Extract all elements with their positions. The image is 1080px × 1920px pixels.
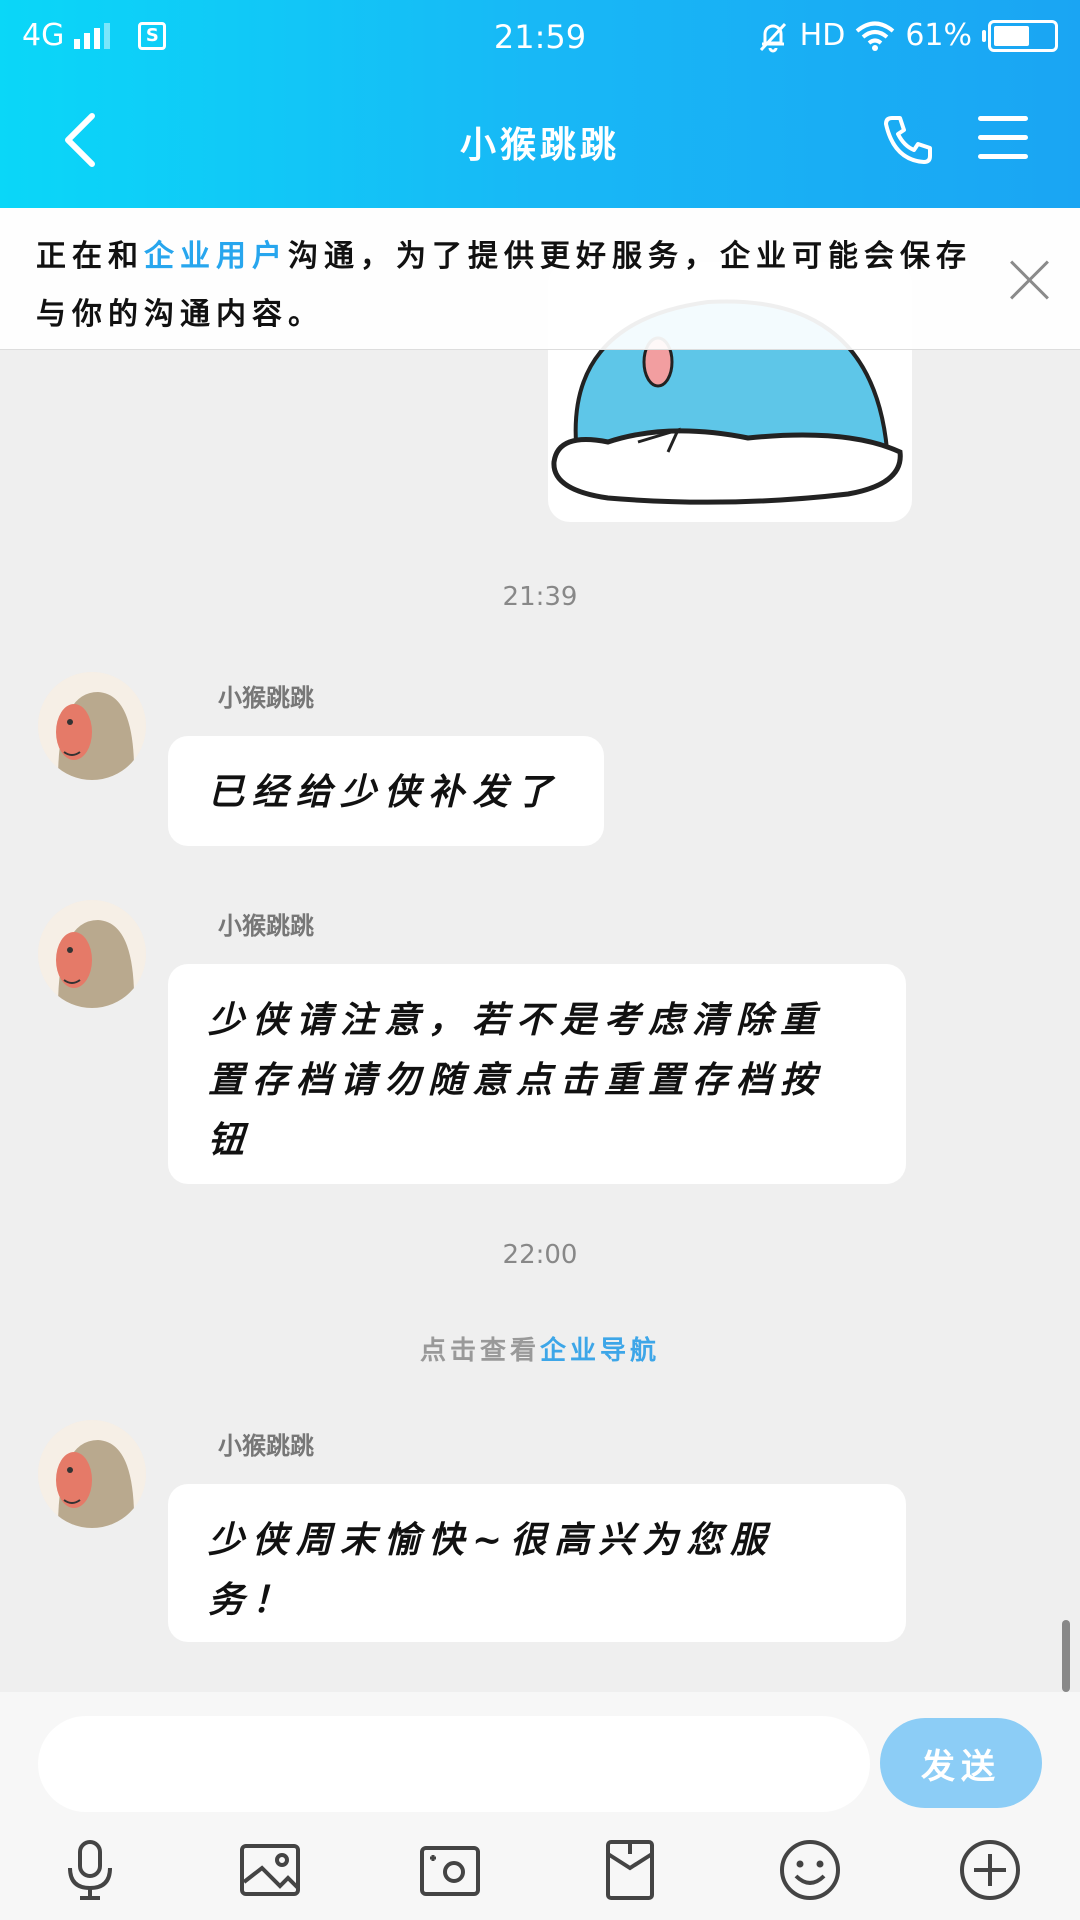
emoji-icon[interactable] bbox=[776, 1836, 844, 1904]
header: 4G S 21:59 HD 61% 小猴跳跳 bbox=[0, 0, 1080, 208]
status-right: HD 61% bbox=[756, 18, 1058, 53]
mute-bell-icon bbox=[759, 22, 786, 52]
hd-label: HD bbox=[799, 18, 846, 53]
enterprise-nav-link[interactable]: 点击查看企业导航 bbox=[0, 1330, 1080, 1367]
send-button[interactable]: 发送 bbox=[880, 1718, 1042, 1808]
menu-icon[interactable] bbox=[978, 116, 1028, 160]
battery-icon bbox=[982, 19, 1058, 52]
avatar[interactable] bbox=[38, 1420, 146, 1528]
avatar[interactable] bbox=[38, 900, 146, 1008]
scrollbar[interactable] bbox=[1062, 1620, 1070, 1692]
sender-name: 小猴跳跳 bbox=[218, 1431, 314, 1460]
notice-prefix: 正在和 bbox=[36, 239, 144, 274]
plus-icon[interactable] bbox=[956, 1836, 1024, 1904]
timestamp: 21:39 bbox=[502, 582, 578, 612]
battery-label: 61% bbox=[905, 18, 972, 53]
avatar[interactable] bbox=[38, 672, 146, 780]
sender-name: 小猴跳跳 bbox=[218, 911, 314, 940]
input-bar: 发送 bbox=[0, 1692, 1080, 1920]
message-bubble[interactable]: 少侠请注意，若不是考虑清除重置存档请勿随意点击重置存档按钮 bbox=[168, 964, 906, 1184]
close-icon[interactable] bbox=[1004, 254, 1056, 306]
mic-icon[interactable] bbox=[56, 1836, 124, 1904]
notice-highlight: 企业用户 bbox=[144, 239, 288, 274]
timestamp: 22:00 bbox=[502, 1240, 578, 1270]
nav-bar: 小猴跳跳 bbox=[0, 72, 1080, 208]
sender-name: 小猴跳跳 bbox=[218, 683, 314, 712]
sys-link-highlight[interactable]: 企业导航 bbox=[540, 1336, 660, 1366]
message-bubble[interactable]: 少侠周末愉快~很高兴为您服务！ bbox=[168, 1484, 906, 1642]
camera-icon[interactable] bbox=[416, 1836, 484, 1904]
phone-icon[interactable] bbox=[880, 112, 936, 168]
privacy-notice: 正在和企业用户沟通，为了提供更好服务，企业可能会保存与你的沟通内容。 bbox=[0, 208, 1080, 350]
message-bubble[interactable]: 已经给少侠补发了 bbox=[168, 736, 604, 846]
status-bar: 4G S 21:59 HD 61% bbox=[0, 0, 1080, 72]
image-icon[interactable] bbox=[236, 1836, 304, 1904]
wifi-icon bbox=[856, 21, 895, 51]
sys-prefix: 点击查看 bbox=[419, 1336, 540, 1366]
message-input[interactable] bbox=[38, 1716, 870, 1812]
red-packet-icon[interactable] bbox=[596, 1836, 664, 1904]
notice-text: 正在和企业用户沟通，为了提供更好服务，企业可能会保存与你的沟通内容。 bbox=[36, 228, 996, 344]
